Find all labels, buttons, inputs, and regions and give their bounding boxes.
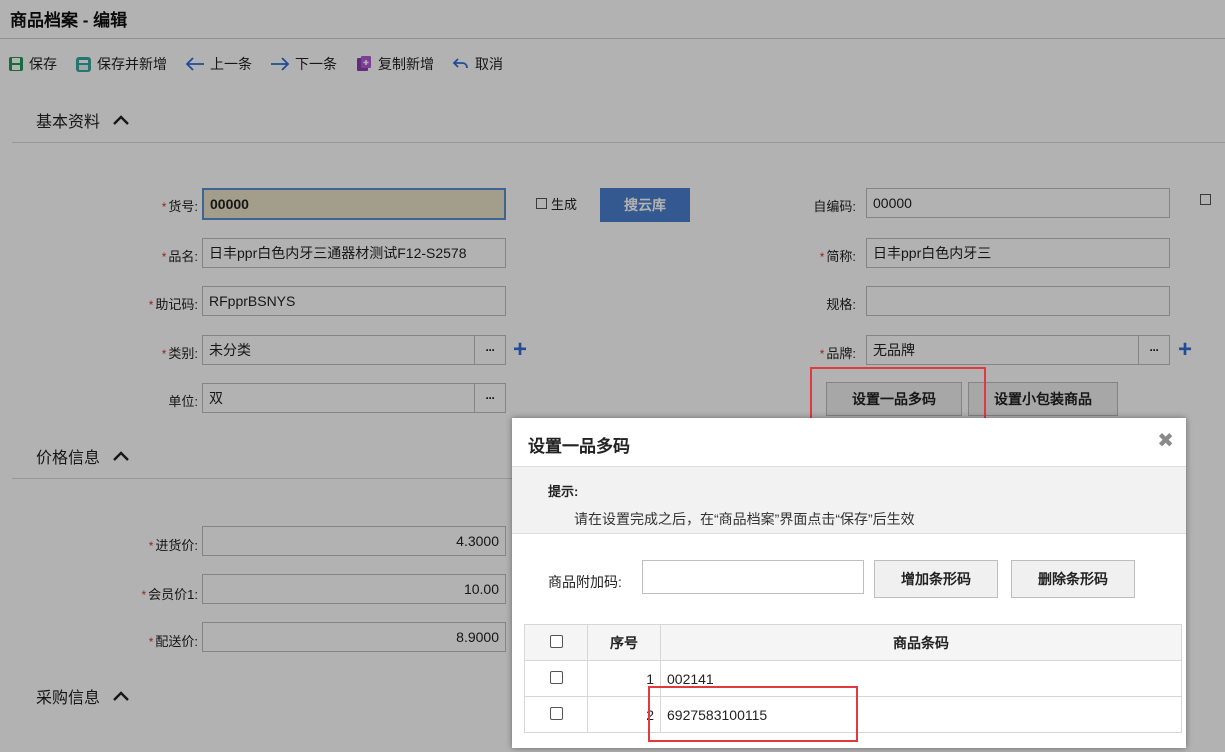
multi-code-dialog: 设置一品多码 ✖ 提示: 请在设置完成之后，在“商品档案”界面点击“保存”后生效… <box>512 418 1186 748</box>
add-barcode-button[interactable]: 增加条形码 <box>874 560 998 598</box>
dialog-title: 设置一品多码 <box>528 437 630 456</box>
row-checkbox[interactable] <box>549 670 563 684</box>
row-select-cell <box>524 660 588 697</box>
table-header-row: 序号 商品条码 <box>524 624 1182 661</box>
col-seq: 序号 <box>587 624 661 661</box>
col-barcode: 商品条码 <box>660 624 1182 661</box>
delete-barcode-button[interactable]: 删除条形码 <box>1011 560 1135 598</box>
select-all-cell <box>524 624 588 661</box>
close-icon[interactable]: ✖ <box>1157 428 1174 453</box>
row-select-cell <box>524 696 588 733</box>
tip-text: 请在设置完成之后，在“商品档案”界面点击“保存”后生效 <box>574 511 915 527</box>
extra-code-input[interactable] <box>642 560 864 594</box>
dialog-tip-box: 提示: 请在设置完成之后，在“商品档案”界面点击“保存”后生效 <box>512 466 1186 534</box>
tip-title: 提示: <box>548 484 579 499</box>
highlight-annotation <box>648 686 858 742</box>
extra-code-label: 商品附加码: <box>548 574 622 590</box>
select-all-checkbox[interactable] <box>549 634 563 648</box>
row-checkbox[interactable] <box>549 706 563 720</box>
